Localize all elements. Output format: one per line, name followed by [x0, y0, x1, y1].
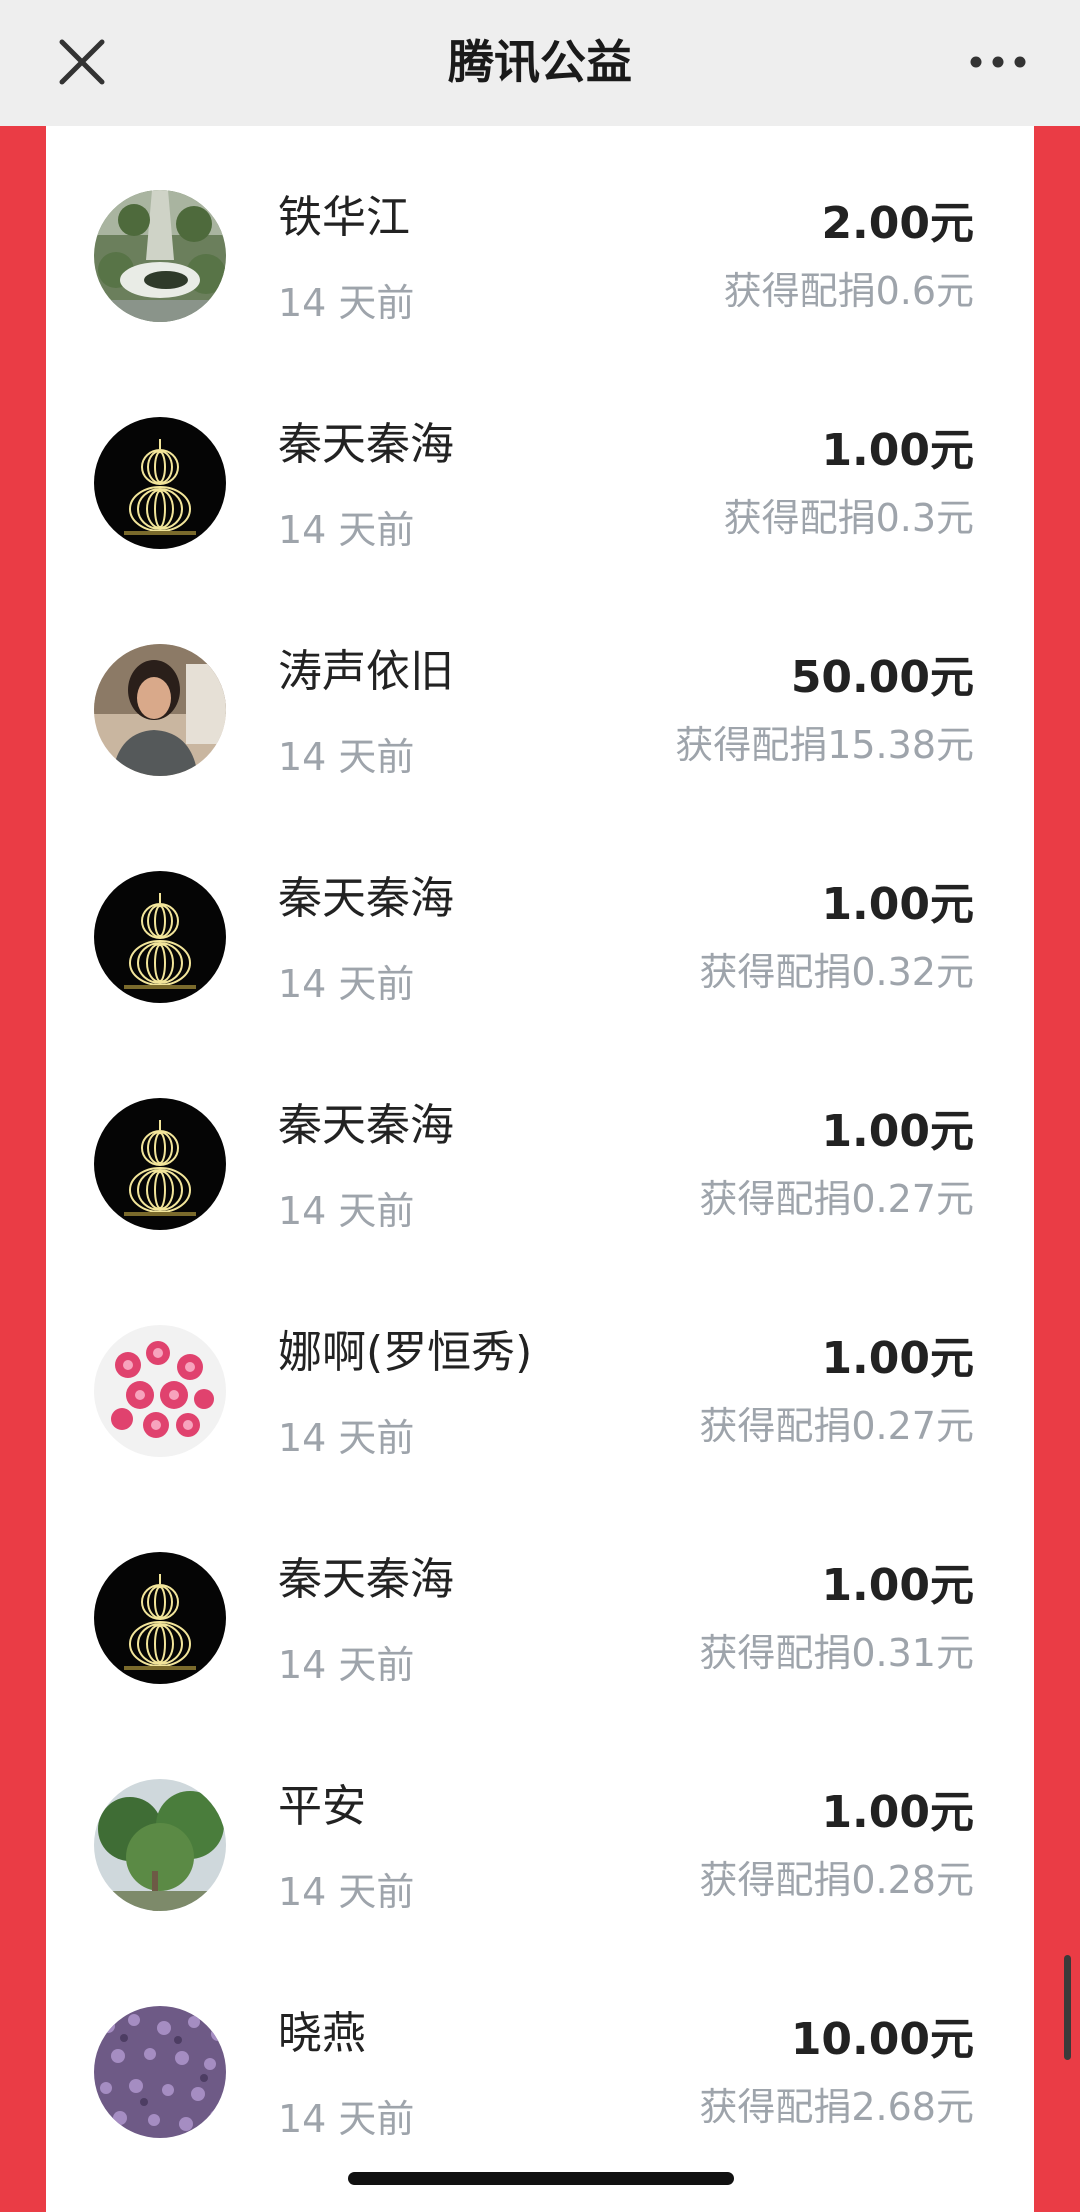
- donor-name: 晓燕: [278, 2008, 366, 2059]
- more-icon: [970, 56, 1026, 68]
- avatar-woman-portrait[interactable]: [94, 644, 226, 776]
- donation-time: 14 天前: [278, 1870, 415, 1914]
- donor-name: 秦天秦海: [278, 1554, 454, 1605]
- donor-row[interactable]: 平安 14 天前 1.00元 获得配捐0.28元: [46, 1779, 1034, 2006]
- matched-donation: 获得配捐0.32元: [699, 950, 974, 994]
- donor-row[interactable]: 涛声依旧 14 天前 50.00元 获得配捐15.38元: [46, 644, 1034, 871]
- donation-amount: 10.00元: [790, 2014, 974, 2065]
- donation-amount: 1.00元: [821, 425, 974, 476]
- donor-name: 秦天秦海: [278, 873, 454, 924]
- home-indicator[interactable]: [348, 2172, 734, 2185]
- matched-donation: 获得配捐0.27元: [699, 1177, 974, 1221]
- donor-row[interactable]: 铁华江 14 天前 2.00元 获得配捐0.6元: [46, 190, 1034, 417]
- donor-list[interactable]: 铁华江 14 天前 2.00元 获得配捐0.6元 秦天秦海 14 天前 1.00…: [46, 190, 1034, 2212]
- donor-name: 娜啊(罗恒秀): [278, 1327, 533, 1378]
- donation-amount: 2.00元: [821, 198, 974, 249]
- donor-row[interactable]: 秦天秦海 14 天前 1.00元 获得配捐0.32元: [46, 871, 1034, 1098]
- matched-donation: 获得配捐2.68元: [699, 2085, 974, 2129]
- matched-donation: 获得配捐0.3元: [723, 496, 974, 540]
- avatar-trees[interactable]: [94, 1779, 226, 1911]
- donor-name: 秦天秦海: [278, 1100, 454, 1151]
- donation-amount: 1.00元: [821, 1106, 974, 1157]
- donor-row[interactable]: 秦天秦海 14 天前 1.00元 获得配捐0.31元: [46, 1552, 1034, 1779]
- scrollbar-thumb[interactable]: [1064, 1955, 1071, 2060]
- donation-amount: 1.00元: [821, 1333, 974, 1384]
- donation-time: 14 天前: [278, 508, 415, 552]
- avatar-gourd-lights[interactable]: [94, 417, 226, 549]
- avatar-gourd-lights[interactable]: [94, 1098, 226, 1230]
- donor-name: 秦天秦海: [278, 419, 454, 470]
- donation-amount: 1.00元: [821, 1560, 974, 1611]
- donor-name: 平安: [278, 1781, 366, 1832]
- donation-time: 14 天前: [278, 1189, 415, 1233]
- donation-time: 14 天前: [278, 735, 415, 779]
- avatar-pink-roses[interactable]: [94, 1325, 226, 1457]
- avatar-park-aerial[interactable]: [94, 190, 226, 322]
- matched-donation: 获得配捐0.6元: [723, 269, 974, 313]
- donation-time: 14 天前: [278, 281, 415, 325]
- donation-time: 14 天前: [278, 962, 415, 1006]
- donation-amount: 1.00元: [821, 879, 974, 930]
- matched-donation: 获得配捐0.28元: [699, 1858, 974, 1902]
- donor-row[interactable]: 秦天秦海 14 天前 1.00元 获得配捐0.27元: [46, 1098, 1034, 1325]
- donation-time: 14 天前: [278, 1416, 415, 1460]
- donor-name: 铁华江: [278, 192, 410, 243]
- matched-donation: 获得配捐15.38元: [675, 723, 974, 767]
- donor-row[interactable]: 秦天秦海 14 天前 1.00元 获得配捐0.3元: [46, 417, 1034, 644]
- donor-name: 涛声依旧: [278, 646, 454, 697]
- avatar-gourd-lights[interactable]: [94, 1552, 226, 1684]
- donation-amount: 50.00元: [790, 652, 974, 703]
- avatar-purple-flowers[interactable]: [94, 2006, 226, 2138]
- donation-time: 14 天前: [278, 2097, 415, 2141]
- donation-time: 14 天前: [278, 1643, 415, 1687]
- donation-amount: 1.00元: [821, 1787, 974, 1838]
- page-title: 腾讯公益: [448, 35, 632, 89]
- avatar-gourd-lights[interactable]: [94, 871, 226, 1003]
- donor-list-panel: 铁华江 14 天前 2.00元 获得配捐0.6元 秦天秦海 14 天前 1.00…: [46, 126, 1034, 2212]
- matched-donation: 获得配捐0.31元: [699, 1631, 974, 1675]
- matched-donation: 获得配捐0.27元: [699, 1404, 974, 1448]
- more-button[interactable]: [966, 30, 1030, 94]
- donor-row[interactable]: 娜啊(罗恒秀) 14 天前 1.00元 获得配捐0.27元: [46, 1325, 1034, 1552]
- navigation-bar: 腾讯公益: [0, 0, 1080, 126]
